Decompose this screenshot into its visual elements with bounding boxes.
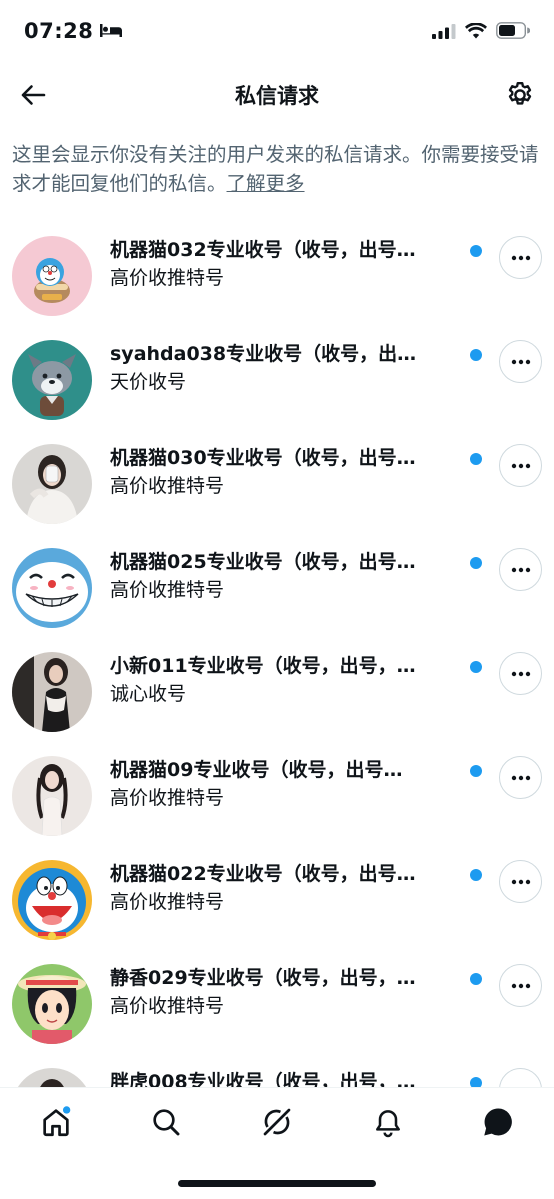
tab-search[interactable]: [146, 1102, 186, 1142]
status-time: 07:28: [24, 19, 123, 43]
sender-name: 机器猫09专业收号（收号，出号…: [110, 759, 403, 781]
message-preview: 高价收推特号: [110, 787, 225, 809]
avatar[interactable]: [12, 964, 92, 1044]
more-options-button[interactable]: [499, 548, 542, 591]
home-icon: [43, 1106, 71, 1137]
bed-icon: [99, 19, 123, 43]
page-title: 私信请求: [235, 84, 319, 108]
signal-icon: [432, 23, 456, 39]
tab-notifications[interactable]: [368, 1102, 408, 1142]
bell-icon: [376, 1110, 400, 1138]
learn-more-link[interactable]: 了解更多: [227, 172, 305, 195]
list-item[interactable]: 小新011专业收号（收号，出号，… 诚心收号: [0, 638, 554, 742]
top-nav: 私信请求: [0, 66, 554, 126]
avatar[interactable]: [12, 652, 92, 732]
sender-name: 机器猫022专业收号（收号，出号…: [110, 863, 416, 885]
list-item[interactable]: 静香029专业收号（收号，出号，… 高价收推特号: [0, 950, 554, 1054]
list-item[interactable]: 机器猫025专业收号（收号，出号… 高价收推特号: [0, 534, 554, 638]
more-options-button[interactable]: [499, 652, 542, 695]
more-icon: [511, 983, 530, 988]
unread-indicator: [470, 557, 482, 569]
more-options-button[interactable]: [499, 444, 542, 487]
more-options-button[interactable]: [499, 340, 542, 383]
more-icon: [511, 671, 530, 676]
tab-messages[interactable]: [478, 1102, 518, 1142]
more-icon: [511, 463, 530, 468]
status-bar: 07:28: [0, 0, 554, 66]
more-icon: [511, 255, 530, 260]
list-item[interactable]: 机器猫022专业收号（收号，出号… 高价收推特号: [0, 846, 554, 950]
more-options-button[interactable]: [499, 756, 542, 799]
unread-indicator: [470, 869, 482, 881]
message-preview: 高价收推特号: [110, 267, 225, 289]
search-icon: [153, 1109, 180, 1136]
avatar[interactable]: [12, 860, 92, 940]
unread-indicator: [470, 765, 482, 777]
unread-indicator: [470, 453, 482, 465]
sender-name: 小新011专业收号（收号，出号，…: [110, 655, 416, 677]
avatar[interactable]: [12, 236, 92, 316]
avatar[interactable]: [12, 340, 92, 420]
sender-name: 机器猫032专业收号（收号，出号…: [110, 239, 416, 261]
more-icon: [511, 567, 530, 572]
status-indicators: [432, 22, 530, 39]
gear-icon: [508, 81, 532, 105]
avatar[interactable]: [12, 756, 92, 836]
sender-name: 机器猫025专业收号（收号，出号…: [110, 551, 416, 573]
unread-indicator: [470, 661, 482, 673]
clock: 07:28: [24, 19, 94, 43]
tab-home[interactable]: [36, 1102, 76, 1142]
tab-grok[interactable]: [257, 1102, 297, 1142]
more-options-button[interactable]: [499, 860, 542, 903]
message-preview: 高价收推特号: [110, 891, 225, 913]
avatar[interactable]: [12, 444, 92, 524]
messages-icon: [484, 1108, 512, 1136]
home-indicator: [178, 1180, 376, 1187]
message-request-list: 机器猫032专业收号（收号，出号… 高价收推特号 syahda038专业收号（收…: [0, 222, 554, 1158]
list-item[interactable]: 机器猫032专业收号（收号，出号… 高价收推特号: [0, 222, 554, 326]
more-options-button[interactable]: [499, 964, 542, 1007]
list-item[interactable]: 机器猫030专业收号（收号，出号… 高价收推特号: [0, 430, 554, 534]
sender-name: 静香029专业收号（收号，出号，…: [110, 967, 416, 989]
intro-text: 这里会显示你没有关注的用户发来的私信请求。你需要接受请求才能回复他们的私信。了解…: [12, 140, 542, 198]
settings-button[interactable]: [500, 75, 540, 115]
list-item[interactable]: syahda038专业收号（收号，出… 天价收号: [0, 326, 554, 430]
sender-name: 机器猫030专业收号（收号，出号…: [110, 447, 416, 469]
sender-name: syahda038专业收号（收号，出…: [110, 343, 417, 365]
list-item[interactable]: 机器猫09专业收号（收号，出号… 高价收推特号: [0, 742, 554, 846]
message-preview: 高价收推特号: [110, 579, 225, 601]
message-preview: 天价收号: [110, 371, 187, 393]
unread-indicator: [470, 973, 482, 985]
unread-indicator: [470, 349, 482, 361]
battery-icon: [496, 22, 530, 39]
wifi-icon: [465, 22, 487, 38]
unread-indicator: [470, 245, 482, 257]
message-preview: 高价收推特号: [110, 475, 225, 497]
more-options-button[interactable]: [499, 236, 542, 279]
message-preview: 高价收推特号: [110, 995, 225, 1017]
more-icon: [511, 775, 530, 780]
grok-icon: [263, 1108, 291, 1136]
message-preview: 诚心收号: [110, 683, 187, 705]
avatar[interactable]: [12, 548, 92, 628]
more-icon: [511, 879, 530, 884]
more-icon: [511, 359, 530, 364]
